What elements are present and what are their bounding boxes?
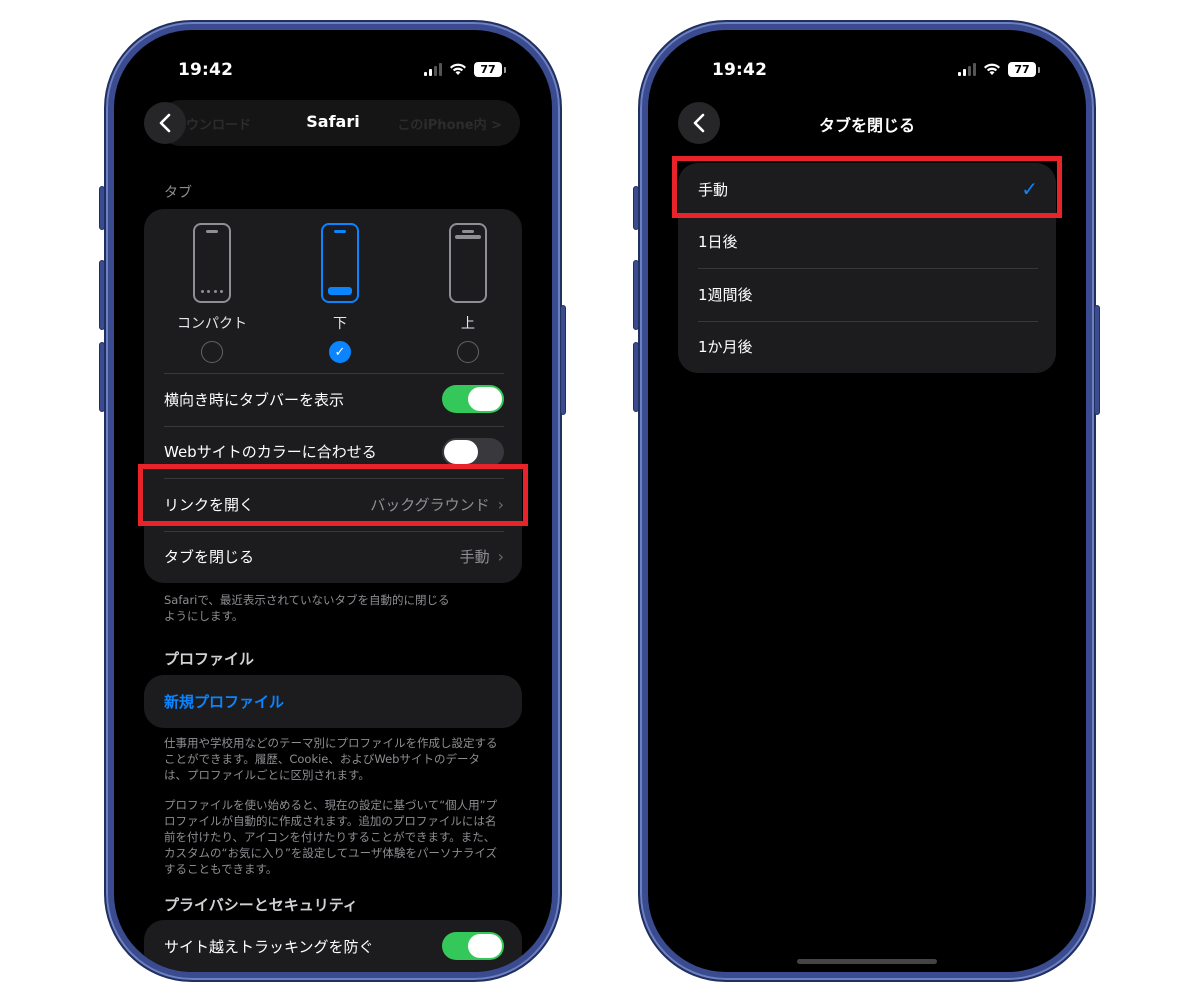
tab-layout-label: コンパクト: [177, 316, 247, 332]
phone-volume-down: [633, 342, 639, 412]
status-time: 19:42: [178, 60, 234, 80]
cellular-signal-icon: [424, 63, 442, 76]
option-manual[interactable]: 手動 ✓: [678, 163, 1056, 216]
phone-side-button: [99, 186, 105, 230]
phone-compact-icon: [193, 223, 231, 303]
profiles-footnote-2: プロファイルを使い始めると、現在の設定に基づいて“個人用”プロファイルが自動的に…: [164, 798, 498, 876]
tab-layout-top[interactable]: 上: [418, 223, 518, 363]
option-label: 1日後: [698, 233, 738, 252]
option-label: 手動: [698, 180, 729, 199]
row-close-tabs[interactable]: タブを閉じる 手動 ›: [144, 530, 522, 584]
row-website-color: Webサイトのカラーに合わせる: [144, 425, 522, 479]
right-phone-frame: 19:42 77 タブを閉じる 手動 ✓ 1日後 1週間後 1か月後: [638, 20, 1096, 982]
home-indicator: [797, 959, 937, 964]
checkmark-icon: ✓: [1021, 177, 1038, 202]
section-header-tabs: タブ: [164, 185, 192, 201]
chevron-right-icon: ›: [497, 547, 504, 567]
cellular-signal-icon: [958, 63, 976, 76]
option-label: 1週間後: [698, 285, 753, 304]
profiles-footnote-1: 仕事用や学校用などのテーマ別にプロファイルを作成し設定することができます。履歴、…: [164, 736, 498, 782]
page-title: Safari: [306, 112, 360, 131]
option-1-week[interactable]: 1週間後: [678, 268, 1056, 321]
tab-layout-picker: コンパクト 下 ✓ 上: [144, 209, 522, 373]
tab-layout-compact[interactable]: コンパクト: [162, 223, 262, 363]
toggle-website-color[interactable]: [442, 437, 504, 466]
phone-volume-up: [633, 260, 639, 330]
radio-bottom-checked[interactable]: ✓: [329, 341, 351, 363]
phone-bottom-icon: [321, 223, 359, 303]
wifi-icon: [984, 63, 1000, 75]
phone-volume-down: [99, 342, 105, 412]
status-bar: 19:42 77: [114, 60, 552, 84]
row-landscape-tabbar: 横向き時にタブバーを表示: [144, 373, 522, 426]
row-cross-site-tracking: サイト越えトラッキングを防ぐ: [144, 920, 522, 972]
tabs-settings-group: コンパクト 下 ✓ 上 横向き時にタブバーを表示 Webサイトのカラーに合わせる…: [144, 209, 522, 583]
phone-top-icon: [449, 223, 487, 303]
battery-icon: 77: [474, 62, 502, 77]
row-value: 手動: [459, 548, 490, 567]
left-screen: 19:42 77 ウンロード このiPhone内 > Safari タブ コンパ…: [114, 30, 552, 972]
close-tabs-options-group: 手動 ✓ 1日後 1週間後 1か月後: [678, 163, 1056, 373]
privacy-group: サイト越えトラッキングを防ぐ: [144, 920, 522, 972]
row-label: タブを閉じる: [164, 548, 255, 567]
left-phone-frame: 19:42 77 ウンロード このiPhone内 > Safari タブ コンパ…: [104, 20, 562, 982]
status-time: 19:42: [712, 60, 768, 80]
phone-side-button: [633, 186, 639, 230]
phone-power-button: [1094, 305, 1100, 415]
wifi-icon: [450, 63, 466, 75]
new-profile-link[interactable]: 新規プロファイル: [144, 675, 522, 728]
row-open-links[interactable]: リンクを開く バックグラウンド ›: [144, 478, 522, 531]
section-header-profiles: プロファイル: [164, 650, 255, 668]
battery-nub: [1038, 66, 1040, 73]
option-1-month[interactable]: 1か月後: [678, 320, 1056, 374]
chevron-right-icon: ›: [497, 494, 504, 514]
row-label: 横向き時にタブバーを表示: [164, 390, 345, 409]
row-label: サイト越えトラッキングを防ぐ: [164, 937, 374, 956]
battery-icon: 77: [1008, 62, 1036, 77]
row-label: Webサイトのカラーに合わせる: [164, 443, 377, 462]
battery-nub: [504, 66, 506, 73]
phone-power-button: [560, 305, 566, 415]
section-header-privacy: プライバシーとセキュリティ: [164, 896, 358, 914]
tab-layout-bottom[interactable]: 下 ✓: [290, 223, 390, 363]
option-1-day[interactable]: 1日後: [678, 215, 1056, 269]
tab-layout-label: 上: [461, 316, 475, 332]
row-label: リンクを開く: [164, 495, 255, 514]
option-label: 1か月後: [698, 338, 753, 357]
profiles-group: 新規プロファイル: [144, 675, 522, 728]
right-screen: 19:42 77 タブを閉じる 手動 ✓ 1日後 1週間後 1か月後: [648, 30, 1086, 972]
radio-compact[interactable]: [201, 341, 223, 363]
toggle-landscape-tabbar[interactable]: [442, 385, 504, 414]
phone-volume-up: [99, 260, 105, 330]
row-value: バックグラウンド: [370, 495, 490, 514]
status-bar: 19:42 77: [648, 60, 1086, 84]
tabs-footnote: Safariで、最近表示されていないタブを自動的に閉じる ようにします。: [164, 593, 450, 623]
radio-top[interactable]: [457, 341, 479, 363]
page-title: タブを閉じる: [818, 116, 915, 135]
tab-layout-label: 下: [333, 316, 347, 332]
toggle-cross-site-tracking[interactable]: [442, 932, 504, 961]
